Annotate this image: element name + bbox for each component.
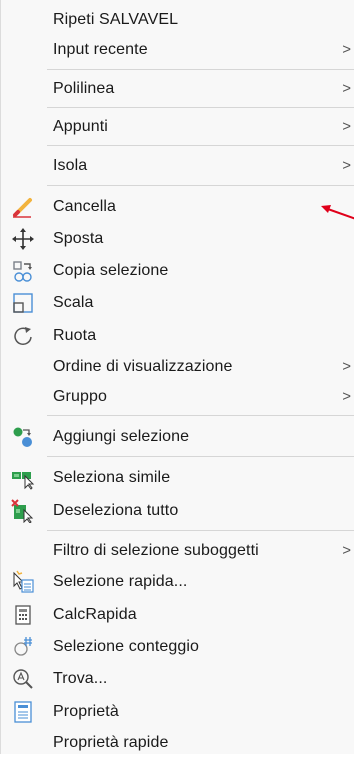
menu-item-label: Isola (53, 157, 88, 174)
deselect-all-icon (11, 499, 35, 524)
menu-item-label: Scala (53, 294, 94, 311)
menu-item-label: Filtro di selezione suboggetti (53, 542, 259, 559)
menu-item-label: Gruppo (53, 388, 107, 405)
menu-item-label: Cancella (53, 198, 117, 215)
menu-item-label: Proprietà (53, 703, 119, 720)
menu-item-clipboard[interactable]: Appunti > (1, 112, 354, 142)
quick-select-icon (11, 570, 35, 594)
menu-item-scale[interactable]: Scala (1, 288, 354, 318)
rotate-icon (11, 324, 35, 348)
menu-item-erase[interactable]: Cancella (1, 192, 354, 222)
menu-separator (47, 185, 354, 186)
menu-item-label: Ripeti SALVAVEL (53, 11, 179, 28)
submenu-chevron-icon: > (342, 358, 351, 376)
menu-item-label: Aggiungi selezione (53, 428, 190, 445)
menu-item-label: Deseleziona tutto (53, 502, 179, 519)
menu-item-recent-input[interactable]: Input recente > (1, 35, 354, 65)
menu-item-label: Ruota (53, 327, 97, 344)
select-similar-icon (11, 466, 35, 490)
menu-item-find[interactable]: Trova... (1, 664, 354, 694)
scale-icon (11, 291, 35, 315)
menu-item-polyline[interactable]: Polilinea > (1, 74, 354, 104)
menu-item-subobject-filter[interactable]: Filtro di selezione suboggetti > (1, 536, 354, 566)
menu-separator (47, 415, 354, 416)
annotation-arrow-icon (321, 205, 354, 220)
menu-item-group[interactable]: Gruppo > (1, 382, 354, 412)
menu-item-label: Selezione rapida... (53, 573, 188, 590)
menu-item-label: Polilinea (53, 80, 115, 97)
menu-item-add-selected[interactable]: Aggiungi selezione (1, 422, 354, 452)
add-selection-icon (11, 425, 35, 449)
menu-item-quick-select[interactable]: Selezione rapida... (1, 567, 354, 597)
submenu-chevron-icon: > (342, 80, 351, 98)
menu-item-copy-selection[interactable]: Copia selezione (1, 256, 354, 286)
menu-item-label: Ordine di visualizzazione (53, 358, 233, 375)
menu-item-properties[interactable]: Proprietà (1, 697, 354, 727)
submenu-chevron-icon: > (342, 157, 351, 175)
count-selection-icon (11, 635, 35, 659)
menu-item-label: Seleziona simile (53, 469, 171, 486)
menu-item-label: Copia selezione (53, 262, 169, 279)
submenu-chevron-icon: > (342, 41, 351, 59)
menu-separator (47, 69, 354, 70)
menu-item-move[interactable]: Sposta (1, 224, 354, 254)
menu-item-label: CalcRapida (53, 606, 137, 623)
menu-item-label: Selezione conteggio (53, 638, 200, 655)
menu-item-select-similar[interactable]: Seleziona simile (1, 463, 354, 493)
submenu-chevron-icon: > (342, 542, 351, 560)
copy-selection-icon (11, 259, 35, 283)
menu-separator (47, 145, 354, 146)
properties-icon (11, 700, 35, 724)
find-icon (11, 667, 35, 691)
context-menu: Ripeti SALVAVEL Input recente > Poliline… (0, 0, 354, 754)
menu-item-deselect-all[interactable]: Deseleziona tutto (1, 496, 354, 526)
menu-item-label: Proprietà rapide (53, 734, 169, 751)
menu-item-repeat-salvavel[interactable]: Ripeti SALVAVEL (1, 5, 354, 35)
menu-item-quickcalc[interactable]: CalcRapida (1, 600, 354, 630)
eraser-icon (11, 195, 35, 219)
menu-item-label: Trova... (53, 670, 108, 687)
menu-item-label: Appunti (53, 118, 108, 135)
menu-item-isolate[interactable]: Isola > (1, 151, 354, 181)
move-arrows-icon (11, 227, 35, 251)
menu-separator (47, 456, 354, 457)
calculator-icon (11, 603, 35, 627)
menu-separator (47, 530, 354, 531)
menu-item-rotate[interactable]: Ruota (1, 321, 354, 351)
menu-item-label: Input recente (53, 41, 148, 58)
menu-item-label: Sposta (53, 230, 104, 247)
menu-separator (47, 107, 354, 108)
submenu-chevron-icon: > (342, 118, 351, 136)
menu-item-draw-order[interactable]: Ordine di visualizzazione > (1, 352, 354, 382)
menu-item-count-selection[interactable]: Selezione conteggio (1, 632, 354, 662)
submenu-chevron-icon: > (342, 388, 351, 406)
